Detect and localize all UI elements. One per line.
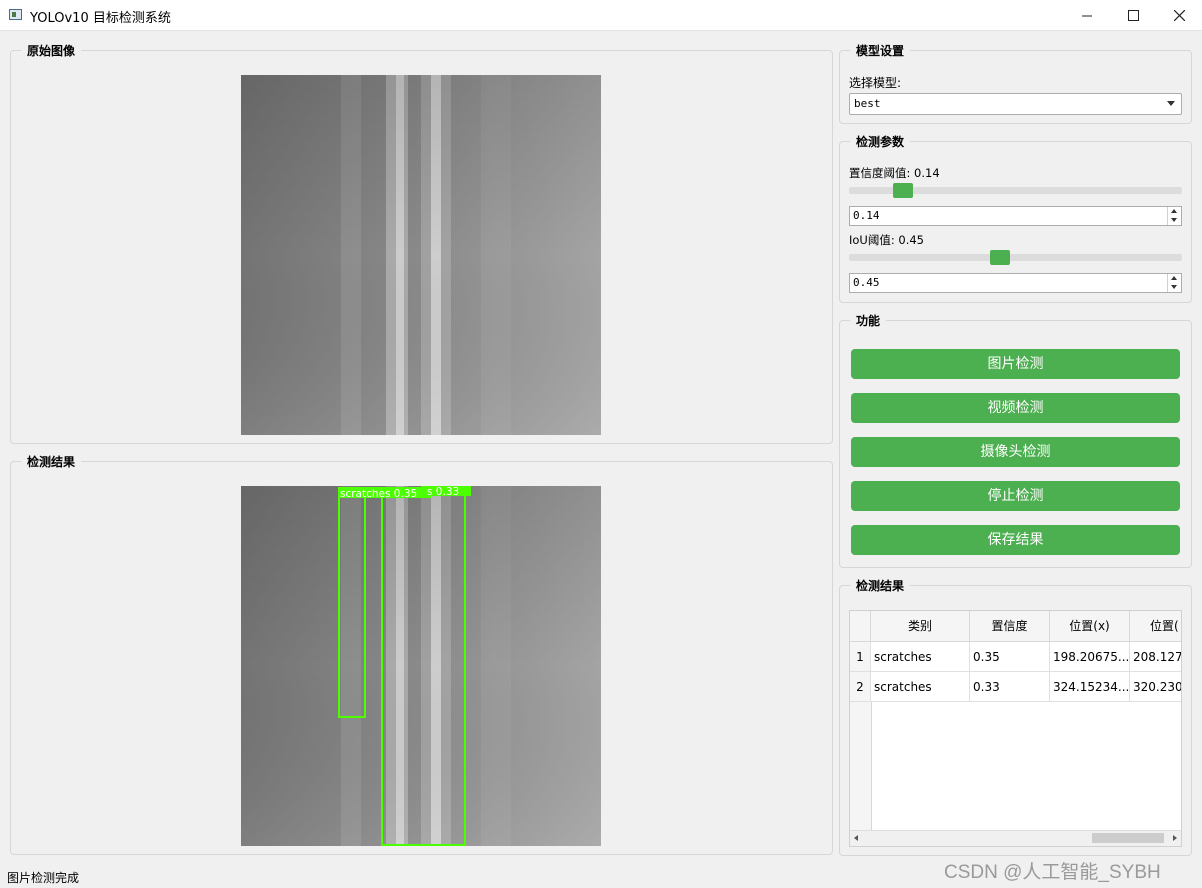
table-header-class[interactable]: 类别 [871,611,970,642]
detection-params-title: 检测参数 [850,133,911,150]
model-settings-title: 模型设置 [850,42,911,59]
title-bar: YOLOv10 目标检测系统 [0,0,1202,31]
table-row-header[interactable]: 1 [850,642,871,672]
stop-detect-button[interactable]: 停止检测 [851,481,1180,511]
table-cell[interactable]: 198.20675... [1050,642,1130,672]
confidence-label: 置信度阈值: 0.14 [849,166,940,180]
confidence-value: 0.14 [853,209,880,222]
table-cell[interactable]: 0.33 [970,672,1050,702]
video-detect-button[interactable]: 视频检测 [851,393,1180,423]
table-row-header[interactable]: 2 [850,672,871,702]
original-image-title: 原始图像 [21,42,82,59]
status-bar-text: 图片检测完成 [7,871,80,885]
spin-up-icon[interactable] [1171,276,1177,280]
table-cell[interactable]: scratches [871,672,970,702]
table-header-confidence[interactable]: 置信度 [970,611,1050,642]
save-result-button[interactable]: 保存结果 [851,525,1180,555]
scroll-left-icon[interactable] [854,835,858,841]
window-title: YOLOv10 目标检测系统 [30,11,171,26]
table-corner[interactable] [850,611,871,642]
spin-down-icon[interactable] [1171,218,1177,222]
functions-title: 功能 [850,312,887,329]
results-table[interactable]: 类别 置信度 位置(x) 位置( 1 scratches 0.35 198.20… [849,610,1182,847]
spin-up-icon[interactable] [1171,209,1177,213]
horizontal-scrollbar[interactable] [850,830,1181,846]
results-table-title: 检测结果 [850,577,911,594]
confidence-slider-handle[interactable] [892,183,913,198]
table-cell[interactable]: 208.127 [1130,642,1181,672]
iou-slider[interactable] [849,254,1182,261]
select-model-label: 选择模型: [849,76,902,90]
model-select-value: best [854,97,881,110]
detection-label-1: scratches 0.35 [340,488,417,500]
original-image [241,75,601,435]
result-image-title: 检测结果 [21,453,82,470]
iou-slider-handle[interactable] [989,250,1010,265]
scrollbar-thumb[interactable] [1092,833,1164,843]
confidence-spinbox[interactable]: 0.14 [849,206,1182,226]
maximize-icon [1127,10,1139,21]
scroll-right-icon[interactable] [1173,835,1177,841]
app-icon [9,9,22,20]
table-cell[interactable]: 0.35 [970,642,1050,672]
close-button[interactable] [1156,0,1202,31]
minimize-button[interactable] [1064,0,1110,31]
table-header-pos-x[interactable]: 位置(x) [1050,611,1130,642]
table-cell[interactable]: scratches [871,642,970,672]
row-header-column [850,702,872,832]
camera-detect-button[interactable]: 摄像头检测 [851,437,1180,467]
close-icon [1173,10,1185,21]
watermark: CSDN @人工智能_SYBH [944,862,1161,883]
maximize-button[interactable] [1110,0,1156,31]
model-select[interactable]: best [849,93,1182,115]
chevron-down-icon [1167,101,1175,106]
table-cell[interactable]: 324.15234... [1050,672,1130,702]
iou-spinbox[interactable]: 0.45 [849,273,1182,293]
table-header-pos-y[interactable]: 位置( [1130,611,1181,642]
result-image: scratches 0.35 s 0.33 [241,486,601,846]
minimize-icon [1082,15,1092,16]
image-detect-button[interactable]: 图片检测 [851,349,1180,379]
iou-label: IoU阈值: 0.45 [849,233,924,247]
spin-down-icon[interactable] [1171,285,1177,289]
detection-label-2: s 0.33 [427,486,459,498]
table-cell[interactable]: 320.230 [1130,672,1181,702]
iou-value: 0.45 [853,276,880,289]
